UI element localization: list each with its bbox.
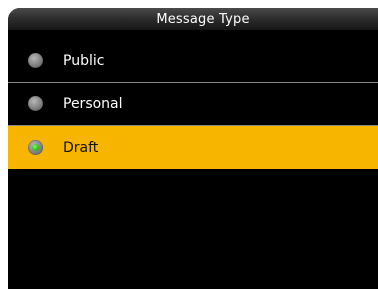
title-bar: Message Type (8, 8, 378, 30)
message-type-list: Public Personal Draft (8, 40, 378, 169)
radio-unselected-icon (28, 53, 43, 68)
option-label: Draft (63, 139, 99, 156)
device-screen: Message Type Public Personal Draft (8, 8, 378, 289)
radio-unselected-icon (28, 96, 43, 111)
option-draft[interactable]: Draft (8, 126, 378, 169)
radio-dot-icon (32, 143, 39, 151)
option-label: Personal (63, 96, 123, 112)
option-label: Public (63, 53, 105, 69)
radio-selected-icon (28, 139, 43, 155)
page-title: Message Type (156, 11, 250, 27)
option-personal[interactable]: Personal (8, 83, 378, 126)
option-public[interactable]: Public (8, 40, 378, 83)
